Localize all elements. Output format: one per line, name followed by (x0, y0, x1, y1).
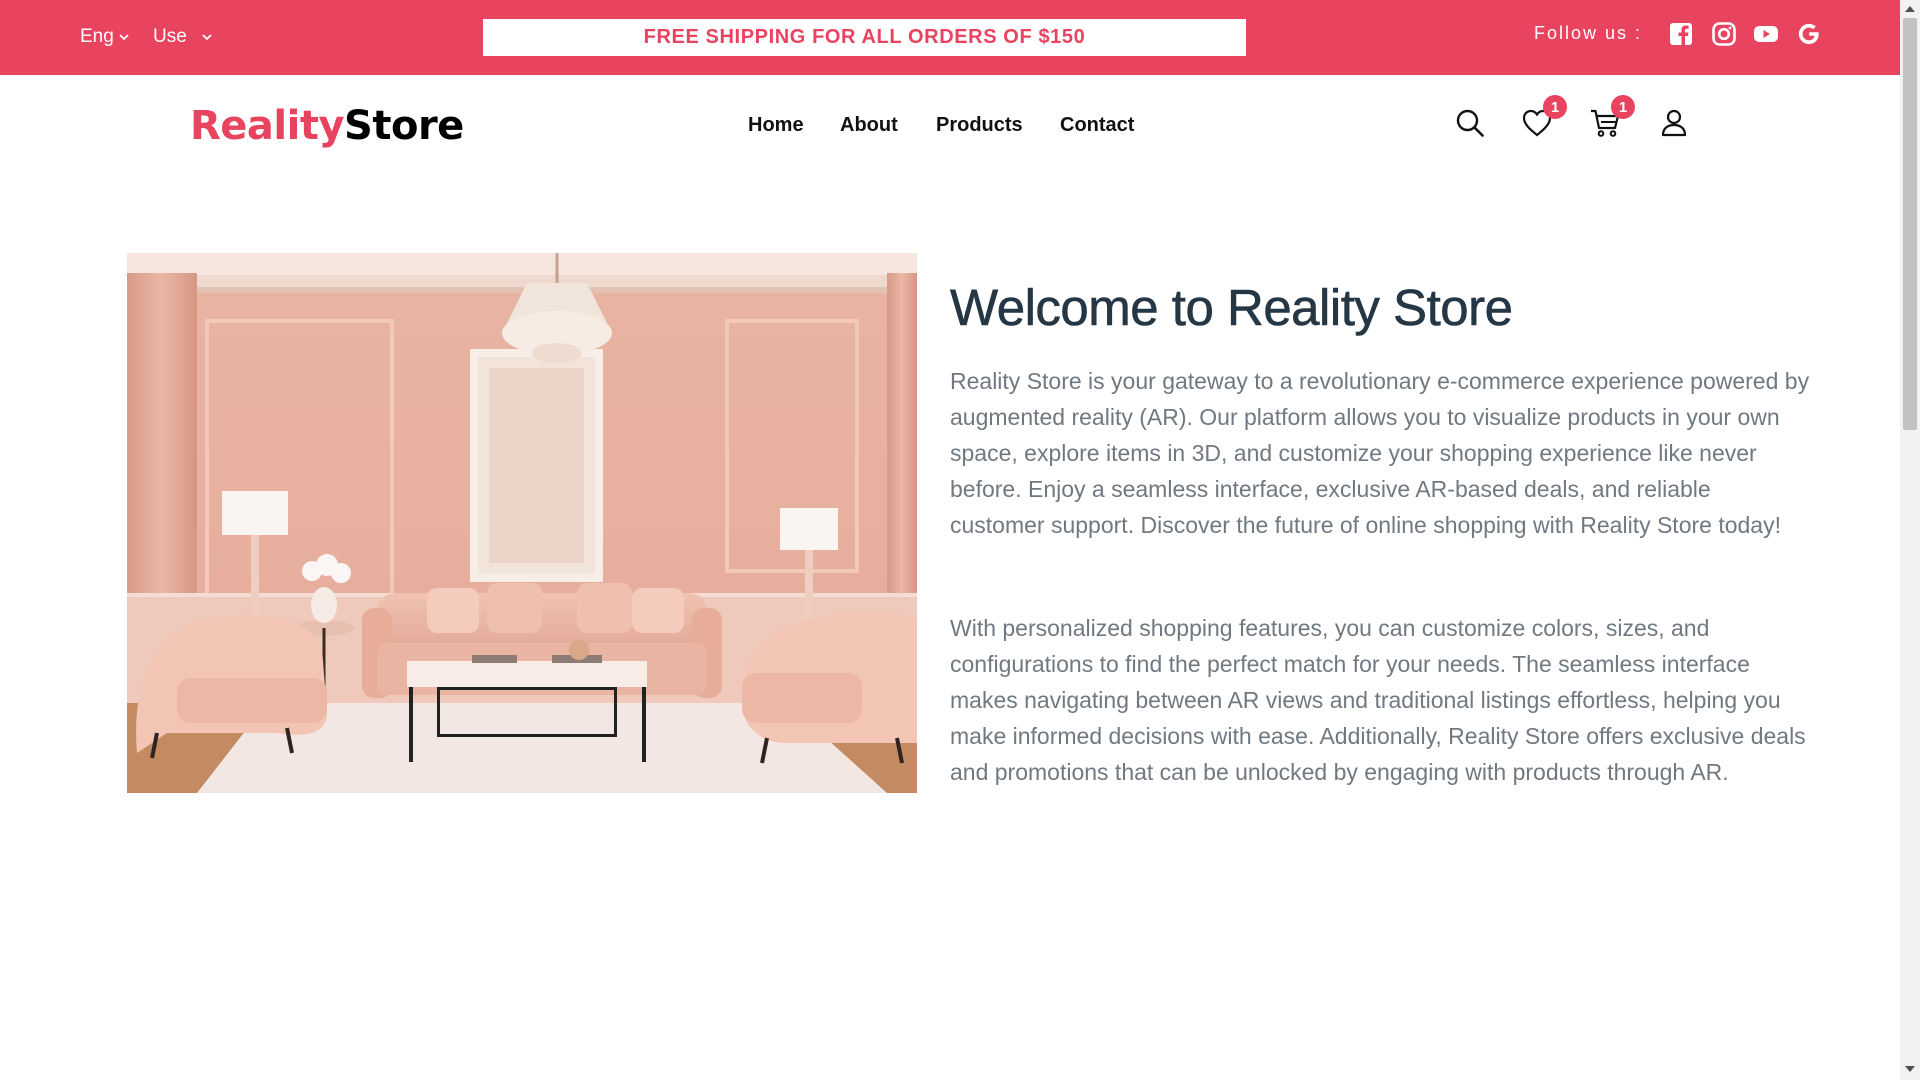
page-scrollbar[interactable] (1900, 0, 1920, 1080)
chevron-down-icon (202, 34, 212, 41)
nav-about[interactable]: About (840, 114, 898, 137)
google-icon[interactable] (1796, 21, 1822, 47)
cart-count-badge: 1 (1611, 95, 1635, 119)
chevron-down-icon (119, 34, 129, 41)
user-icon[interactable] (1658, 107, 1690, 139)
scroll-down-arrow[interactable] (1905, 1066, 1915, 1072)
living-room-image (127, 253, 917, 793)
cart-button[interactable]: 1 (1589, 95, 1635, 139)
instagram-icon[interactable] (1711, 21, 1737, 47)
logo-text-reality: Reality (190, 103, 345, 149)
wishlist-count-badge: 1 (1543, 95, 1567, 119)
nav-home[interactable]: Home (748, 114, 804, 137)
facebook-icon[interactable] (1668, 21, 1694, 47)
wishlist-button[interactable]: 1 (1521, 95, 1567, 139)
features-paragraph: With personalized shopping features, you… (950, 615, 1806, 785)
language-label: Eng (80, 26, 114, 47)
youtube-icon[interactable] (1753, 21, 1779, 47)
scroll-thumb[interactable] (1903, 18, 1917, 430)
nav-products[interactable]: Products (936, 114, 1023, 137)
follow-us-label: Follow us : (1534, 23, 1643, 43)
language-selector[interactable]: Eng (80, 26, 130, 48)
currency-selector[interactable]: Use (153, 26, 213, 48)
intro-paragraph: Reality Store is your gateway to a revol… (950, 368, 1810, 538)
top-bar: Eng Use FREE SHIPPING FOR ALL ORDERS OF … (0, 0, 1900, 75)
nav-contact[interactable]: Contact (1060, 114, 1134, 137)
currency-label: Use (153, 26, 187, 47)
page-title: Welcome to Reality Store (950, 279, 1514, 337)
store-logo[interactable]: RealityStore (190, 103, 464, 149)
search-icon[interactable] (1454, 107, 1486, 139)
scroll-up-arrow[interactable] (1905, 6, 1915, 12)
logo-text-store: Store (344, 103, 464, 149)
free-shipping-banner: FREE SHIPPING FOR ALL ORDERS OF $150 (483, 19, 1246, 56)
